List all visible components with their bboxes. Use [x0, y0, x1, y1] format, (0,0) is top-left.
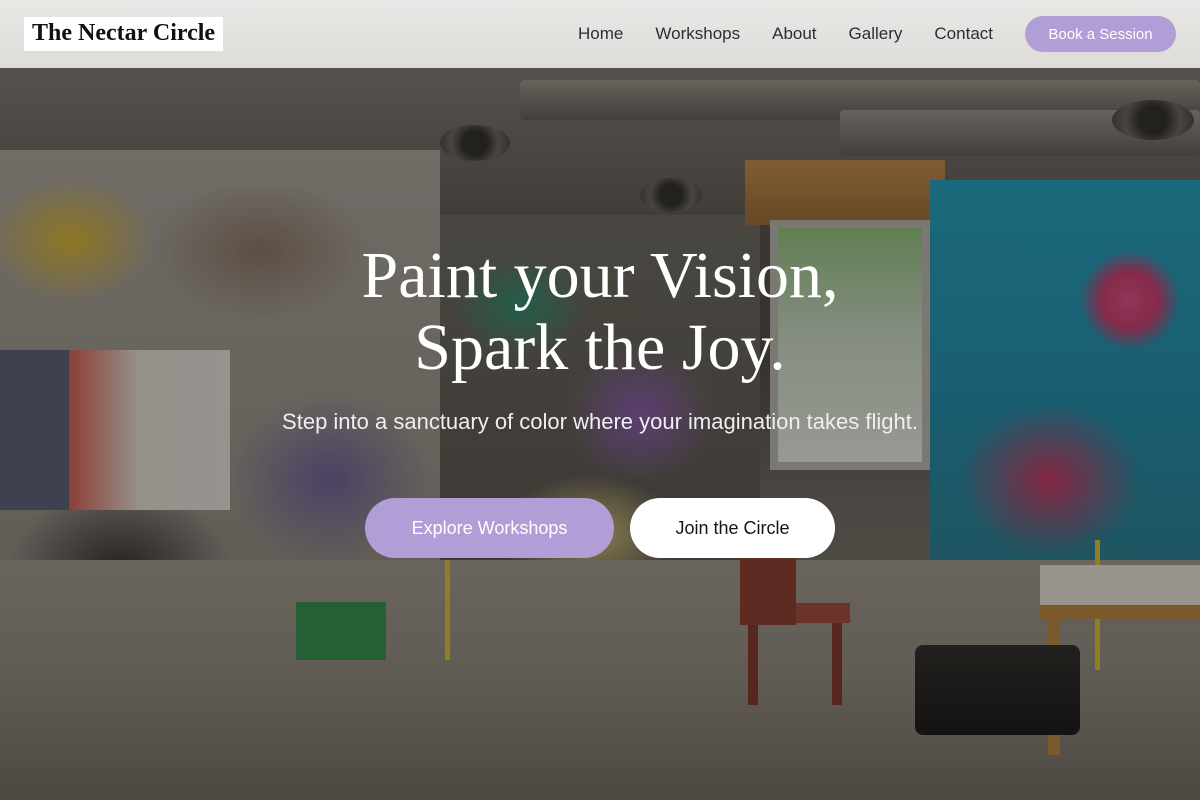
hero-headline-line-2: Spark the Joy. [414, 311, 786, 384]
hero-subtext: Step into a sanctuary of color where you… [282, 409, 918, 434]
book-session-button[interactable]: Book a Session [1025, 16, 1176, 52]
nav-link-contact[interactable]: Contact [934, 24, 993, 44]
hero-cta-row: Explore Workshops Join the Circle [0, 498, 1200, 558]
nav-link-about[interactable]: About [772, 24, 816, 44]
join-circle-button[interactable]: Join the Circle [630, 498, 835, 558]
explore-workshops-button[interactable]: Explore Workshops [365, 498, 614, 558]
brand-logo[interactable]: The Nectar Circle [24, 17, 224, 51]
hero-headline: Paint your Vision, Spark the Joy. [0, 240, 1200, 384]
hero-headline-line-1: Paint your Vision, [361, 239, 839, 312]
nav-links: Home Workshops About Gallery Contact Boo… [578, 16, 1176, 52]
nav-link-workshops[interactable]: Workshops [655, 24, 740, 44]
nav-link-home[interactable]: Home [578, 24, 623, 44]
hero-content: Paint your Vision, Spark the Joy. Step i… [0, 240, 1200, 438]
nav-link-gallery[interactable]: Gallery [849, 24, 903, 44]
navbar: The Nectar Circle Home Workshops About G… [0, 0, 1200, 68]
